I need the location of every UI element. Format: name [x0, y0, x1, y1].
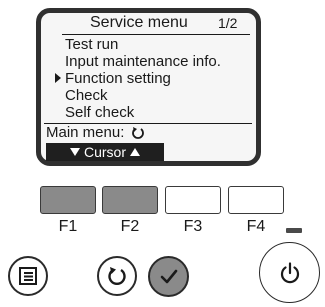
f3-button[interactable]: [165, 186, 221, 214]
on-off-button[interactable]: [259, 242, 320, 303]
return-icon: [132, 127, 144, 139]
cursor-up-icon: [130, 148, 140, 156]
main-menu-hint: Main menu:: [46, 124, 125, 141]
return-icon: [108, 267, 126, 285]
menu-item-input-maintenance-info[interactable]: Input maintenance info.: [65, 53, 221, 70]
check-icon: [160, 269, 177, 283]
menu-button[interactable]: [8, 256, 48, 296]
screen-title: Service menu: [90, 14, 188, 31]
menu-item-function-setting[interactable]: Function setting: [65, 70, 171, 87]
f2-label: F2: [120, 218, 140, 235]
title-divider: [62, 34, 250, 35]
cursor-down-icon: [69, 148, 80, 156]
f3-label: F3: [183, 218, 203, 235]
selection-pointer-icon: [55, 73, 61, 83]
ok-button[interactable]: [148, 256, 189, 297]
f4-button[interactable]: [228, 186, 284, 214]
f2-button[interactable]: [102, 186, 158, 214]
f1-label: F1: [58, 218, 78, 235]
menu-icon: [19, 267, 37, 285]
f4-label: F4: [246, 218, 266, 235]
menu-item-self-check[interactable]: Self check: [65, 104, 134, 121]
power-icon: [280, 261, 299, 283]
menu-item-check[interactable]: Check: [65, 87, 108, 104]
softkey-label: Cursor: [83, 144, 126, 160]
operation-lamp: [286, 228, 302, 233]
page-indicator: 1/2: [218, 15, 238, 31]
f1-button[interactable]: [40, 186, 96, 214]
cursor-softkey-bar: Cursor: [46, 143, 164, 161]
return-button[interactable]: [97, 256, 137, 296]
menu-item-test-run[interactable]: Test run: [65, 36, 118, 53]
